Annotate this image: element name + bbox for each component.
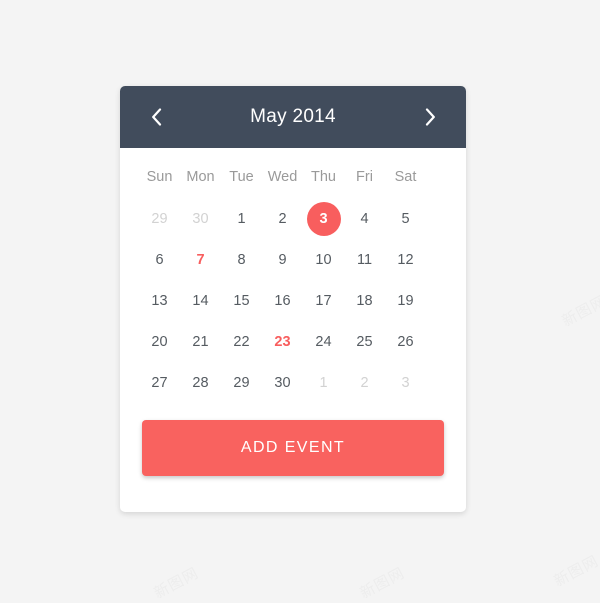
calendar-day-cell[interactable]: 12 bbox=[385, 239, 426, 280]
calendar-day-cell[interactable]: 21 bbox=[180, 321, 221, 362]
weekday-label: Thu bbox=[311, 169, 336, 185]
calendar-day-cell[interactable]: 28 bbox=[180, 362, 221, 403]
calendar-weeks: 29 30 1 2 3 4 5 6 7 8 9 10 11 12 13 14 15 16 17 18 19 20 21 22 2… bbox=[139, 198, 447, 403]
calendar-day-cell[interactable]: 26 bbox=[385, 321, 426, 362]
calendar-day-cell[interactable]: 8 bbox=[221, 239, 262, 280]
calendar-day-cell[interactable]: 27 bbox=[139, 362, 180, 403]
calendar-day-cell[interactable]: 23 bbox=[262, 321, 303, 362]
weekday-label: Mon bbox=[186, 169, 215, 185]
chevron-right-icon bbox=[425, 108, 436, 126]
weekday-label: Sat bbox=[394, 169, 417, 185]
calendar-day-cell[interactable]: 20 bbox=[139, 321, 180, 362]
weekday-label: Fri bbox=[356, 169, 373, 185]
calendar-day-cell[interactable]: 1 bbox=[221, 198, 262, 239]
weekday-label: Wed bbox=[267, 169, 298, 185]
add-event-button[interactable]: ADD EVENT bbox=[142, 420, 444, 476]
chevron-left-icon bbox=[151, 108, 162, 126]
calendar-day-cell[interactable]: 3 bbox=[385, 362, 426, 403]
weekday-label: Sun bbox=[146, 169, 173, 185]
selected-day-badge: 3 bbox=[306, 201, 341, 236]
calendar-day-cell[interactable]: 16 bbox=[262, 280, 303, 321]
calendar-day-cell[interactable]: 3 bbox=[303, 198, 344, 239]
calendar-day-cell[interactable]: 7 bbox=[180, 239, 221, 280]
calendar-header: May 2014 bbox=[120, 86, 466, 148]
calendar-day-cell[interactable]: 5 bbox=[385, 198, 426, 239]
calendar-day-cell[interactable]: 22 bbox=[221, 321, 262, 362]
calendar-day-cell[interactable]: 18 bbox=[344, 280, 385, 321]
calendar-day-cell[interactable]: 9 bbox=[262, 239, 303, 280]
calendar-footer: ADD EVENT bbox=[120, 403, 466, 476]
background-watermark: 新图网 bbox=[550, 551, 600, 591]
weekday-header-row: Sun Mon Tue Wed Thu Fri Sat bbox=[139, 164, 447, 190]
calendar-week-row: 6 7 8 9 10 11 12 bbox=[139, 239, 447, 280]
background-watermark: 新图网 bbox=[356, 563, 408, 603]
calendar-day-cell[interactable]: 2 bbox=[262, 198, 303, 239]
calendar-day-cell[interactable]: 2 bbox=[344, 362, 385, 403]
calendar-week-row: 20 21 22 23 24 25 26 bbox=[139, 321, 447, 362]
page-title: May 2014 bbox=[250, 106, 336, 127]
prev-month-button[interactable] bbox=[142, 103, 170, 131]
calendar-day-cell[interactable]: 14 bbox=[180, 280, 221, 321]
weekday-label: Tue bbox=[229, 169, 254, 185]
calendar-widget: May 2014 Sun Mon Tue Wed Thu Fri Sat 29 30 1 2 3 4 5… bbox=[120, 86, 466, 512]
calendar-day-cell[interactable]: 29 bbox=[139, 198, 180, 239]
calendar-day-cell[interactable]: 4 bbox=[344, 198, 385, 239]
calendar-day-cell[interactable]: 15 bbox=[221, 280, 262, 321]
calendar-day-cell[interactable]: 30 bbox=[180, 198, 221, 239]
next-month-button[interactable] bbox=[416, 103, 444, 131]
calendar-day-cell[interactable]: 29 bbox=[221, 362, 262, 403]
calendar-day-cell[interactable]: 25 bbox=[344, 321, 385, 362]
calendar-week-row: 13 14 15 16 17 18 19 bbox=[139, 280, 447, 321]
calendar-day-cell[interactable]: 17 bbox=[303, 280, 344, 321]
calendar-day-cell[interactable]: 6 bbox=[139, 239, 180, 280]
calendar-day-cell[interactable]: 10 bbox=[303, 239, 344, 280]
calendar-day-cell[interactable]: 1 bbox=[303, 362, 344, 403]
calendar-grid: Sun Mon Tue Wed Thu Fri Sat 29 30 1 2 3 4 5 6 7 8 9 10 11 1… bbox=[120, 148, 466, 403]
calendar-week-row: 29 30 1 2 3 4 5 bbox=[139, 198, 447, 239]
background-watermark: 新图网 bbox=[150, 563, 202, 603]
calendar-day-cell[interactable]: 19 bbox=[385, 280, 426, 321]
background-watermark: 新图网 bbox=[558, 291, 600, 331]
calendar-day-cell[interactable]: 11 bbox=[344, 239, 385, 280]
calendar-day-cell[interactable]: 13 bbox=[139, 280, 180, 321]
calendar-day-cell[interactable]: 30 bbox=[262, 362, 303, 403]
calendar-week-row: 27 28 29 30 1 2 3 bbox=[139, 362, 447, 403]
calendar-day-cell[interactable]: 24 bbox=[303, 321, 344, 362]
